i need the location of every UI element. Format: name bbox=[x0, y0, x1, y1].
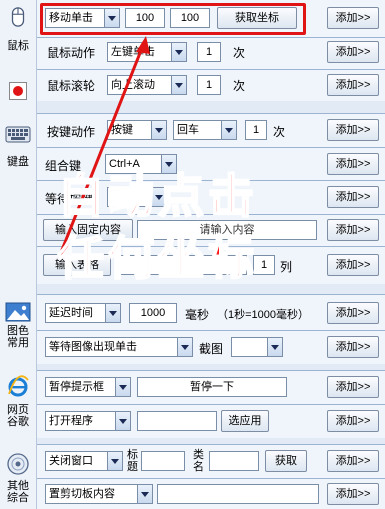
pause-select[interactable]: 暂停提示框 bbox=[45, 377, 131, 397]
wheel-direction-value: 向上滚动 bbox=[111, 79, 155, 91]
delay-value-label: 延迟时间 bbox=[49, 307, 93, 319]
mouse-move-row: 移动单击 100 100 获取坐标 添加>> bbox=[37, 0, 385, 38]
mouse-wheel-row: 鼠标滚轮 向上滚动 1 次 添加>> bbox=[37, 69, 385, 102]
clipboard-select[interactable]: 置剪切板内容 bbox=[45, 484, 153, 504]
sidebar: 鼠标 键盘 图色 常用 网页 谷歌 其他 综合 bbox=[0, 0, 37, 509]
ie-browser-icon[interactable] bbox=[6, 374, 30, 398]
wait-image-row: 等待图像出现单击 截图 添加>> bbox=[37, 330, 385, 365]
overlay-line2: 任何坐标 bbox=[57, 230, 258, 286]
window-title-input[interactable] bbox=[141, 451, 185, 471]
count-unit: 次 bbox=[233, 46, 246, 60]
chevron-down-icon bbox=[171, 43, 186, 61]
add-wheel-button[interactable]: 添加>> bbox=[327, 74, 379, 96]
open-program-row: 打开程序 选应用 添加>> bbox=[37, 404, 385, 439]
add-move-button[interactable]: 添加>> bbox=[327, 7, 379, 29]
chevron-down-icon bbox=[177, 338, 192, 356]
open-program-label: 打开程序 bbox=[49, 415, 93, 427]
disc-icon[interactable] bbox=[6, 452, 30, 476]
window-class-input[interactable] bbox=[209, 451, 259, 471]
key-value: 回车 bbox=[177, 124, 199, 136]
add-action-button[interactable]: 添加>> bbox=[327, 41, 379, 63]
add-wait-image-button[interactable]: 添加>> bbox=[327, 336, 379, 358]
select-app-button[interactable]: 选应用 bbox=[221, 410, 269, 432]
record-icon[interactable] bbox=[9, 82, 27, 100]
clipboard-label: 置剪切板内容 bbox=[49, 488, 115, 500]
mouse-icon[interactable] bbox=[6, 6, 30, 28]
mouse-action-label: 鼠标动作 bbox=[47, 46, 96, 60]
click-count-input[interactable]: 1 bbox=[197, 42, 221, 62]
capture-select[interactable] bbox=[231, 337, 283, 357]
column-unit: 列 bbox=[280, 260, 293, 274]
delay-hint: （1秒=1000毫秒） bbox=[217, 309, 310, 321]
add-pause-button[interactable]: 添加>> bbox=[327, 376, 379, 398]
clipboard-row: 置剪切板内容 添加>> bbox=[37, 478, 385, 509]
chevron-down-icon bbox=[115, 412, 130, 430]
sidebar-image-label[interactable]: 图色 常用 bbox=[0, 325, 36, 349]
title-label: 标 题 bbox=[127, 449, 138, 473]
wait-image-select[interactable]: 等待图像出现单击 bbox=[45, 337, 193, 357]
key-count-unit: 次 bbox=[273, 125, 286, 139]
mouse-button-select[interactable]: 左键单击 bbox=[107, 42, 187, 62]
sidebar-web-label[interactable]: 网页 谷歌 bbox=[0, 404, 36, 428]
clipboard-content-input[interactable] bbox=[157, 484, 319, 504]
highlight-box bbox=[40, 3, 306, 35]
add-close-window-button[interactable]: 添加>> bbox=[327, 450, 379, 472]
pause-label: 暂停提示框 bbox=[49, 381, 104, 393]
pause-message-input[interactable]: 暂停一下 bbox=[137, 377, 287, 397]
key-mode-value: 按键 bbox=[111, 124, 133, 136]
mouse-action-row: 鼠标动作 左键单击 1 次 添加>> bbox=[37, 37, 385, 70]
mouse-button-value: 左键单击 bbox=[111, 46, 155, 58]
add-key-button[interactable]: 添加>> bbox=[327, 119, 379, 141]
add-input-table-button[interactable]: 添加>> bbox=[327, 254, 379, 276]
chevron-down-icon bbox=[137, 485, 152, 503]
add-input-fixed-button[interactable]: 添加>> bbox=[327, 219, 379, 241]
overlay-line1: 自动点击 bbox=[57, 168, 258, 224]
delay-unit: 毫秒 bbox=[185, 308, 210, 322]
chevron-down-icon bbox=[107, 452, 122, 470]
key-action-row: 按键动作 按键 回车 1 次 添加>> bbox=[37, 113, 385, 148]
delay-row: 延迟时间 1000 毫秒 （1秒=1000毫秒） 添加>> bbox=[37, 294, 385, 331]
chevron-down-icon bbox=[267, 338, 282, 356]
sidebar-mouse-label[interactable]: 鼠标 bbox=[0, 40, 36, 52]
add-combo-button[interactable]: 添加>> bbox=[327, 153, 379, 175]
open-program-select[interactable]: 打开程序 bbox=[45, 411, 131, 431]
wait-image-value: 等待图像出现单击 bbox=[49, 341, 137, 353]
chevron-down-icon bbox=[115, 378, 130, 396]
add-open-program-button[interactable]: 添加>> bbox=[327, 410, 379, 432]
delay-input[interactable]: 1000 bbox=[129, 303, 177, 323]
sidebar-other-label[interactable]: 其他 综合 bbox=[0, 480, 36, 504]
key-select[interactable]: 回车 bbox=[173, 120, 237, 140]
get-window-button[interactable]: 获取 bbox=[265, 450, 307, 472]
add-wait-key-button[interactable]: 添加>> bbox=[327, 186, 379, 208]
wheel-direction-select[interactable]: 向上滚动 bbox=[107, 75, 187, 95]
pause-row: 暂停提示框 暂停一下 添加>> bbox=[37, 370, 385, 405]
wheel-count-input[interactable]: 1 bbox=[197, 75, 221, 95]
wheel-unit: 次 bbox=[233, 79, 246, 93]
sidebar-keyboard-label[interactable]: 键盘 bbox=[0, 156, 36, 168]
mouse-wheel-label: 鼠标滚轮 bbox=[47, 79, 96, 93]
keyboard-icon[interactable] bbox=[5, 124, 31, 144]
add-clipboard-button[interactable]: 添加>> bbox=[327, 483, 379, 505]
chevron-down-icon bbox=[171, 76, 186, 94]
key-action-label: 按键动作 bbox=[47, 125, 96, 139]
key-count-input[interactable]: 1 bbox=[245, 120, 267, 140]
delay-select[interactable]: 延迟时间 bbox=[45, 303, 121, 323]
picture-icon[interactable] bbox=[5, 302, 31, 322]
add-delay-button[interactable]: 添加>> bbox=[327, 302, 379, 324]
class-label: 类 名 bbox=[193, 449, 204, 473]
key-mode-select[interactable]: 按键 bbox=[107, 120, 167, 140]
program-path-input[interactable] bbox=[137, 411, 217, 431]
chevron-down-icon bbox=[151, 121, 166, 139]
close-window-label: 关闭窗口 bbox=[49, 455, 93, 467]
chevron-down-icon bbox=[105, 304, 120, 322]
close-window-row: 关闭窗口 标 题 类 名 获取 添加>> bbox=[37, 444, 385, 479]
chevron-down-icon bbox=[221, 121, 236, 139]
capture-label: 截图 bbox=[199, 342, 224, 356]
close-window-select[interactable]: 关闭窗口 bbox=[45, 451, 123, 471]
